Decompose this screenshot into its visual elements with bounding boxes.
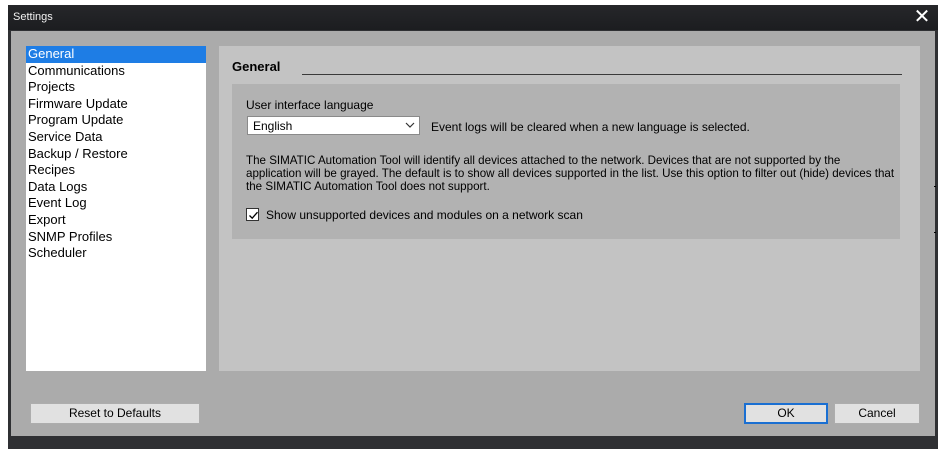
section-header: General (232, 59, 902, 79)
nav-item-scheduler[interactable]: Scheduler (26, 245, 206, 262)
nav-item-backup-restore[interactable]: Backup / Restore (26, 146, 206, 163)
checkmark-icon (249, 211, 258, 220)
dialog-body: General Communications Projects Firmware… (11, 31, 935, 436)
unsupported-devices-description: The SIMATIC Automation Tool will identif… (246, 154, 895, 193)
close-icon[interactable]: ✕ (912, 6, 932, 28)
nav-item-recipes[interactable]: Recipes (26, 162, 206, 179)
language-note: Event logs will be cleared when a new la… (431, 120, 750, 134)
settings-nav-list: General Communications Projects Firmware… (26, 46, 206, 371)
nav-item-program-update[interactable]: Program Update (26, 112, 206, 129)
chevron-down-icon (405, 117, 415, 140)
ok-button[interactable]: OK (744, 403, 828, 424)
title-bar[interactable]: Settings ✕ (8, 5, 938, 30)
nav-item-data-logs[interactable]: Data Logs (26, 179, 206, 196)
general-settings-panel: General User interface language English … (219, 46, 920, 371)
section-title: General (232, 59, 281, 74)
settings-dialog: Settings ✕ General Communications Projec… (8, 5, 938, 449)
reset-defaults-button[interactable]: Reset to Defaults (30, 403, 200, 424)
cancel-button[interactable]: Cancel (834, 403, 920, 424)
nav-item-projects[interactable]: Projects (26, 79, 206, 96)
language-group: User interface language English Event lo… (232, 84, 900, 239)
show-unsupported-label: Show unsupported devices and modules on … (266, 208, 583, 222)
window-title: Settings (13, 11, 53, 23)
edge-artifact (934, 186, 936, 187)
language-label: User interface language (246, 98, 374, 112)
nav-item-firmware-update[interactable]: Firmware Update (26, 96, 206, 113)
nav-item-event-log[interactable]: Event Log (26, 195, 206, 212)
edge-artifact (934, 232, 936, 233)
nav-item-service-data[interactable]: Service Data (26, 129, 206, 146)
nav-item-snmp-profiles[interactable]: SNMP Profiles (26, 229, 206, 246)
nav-item-export[interactable]: Export (26, 212, 206, 229)
nav-item-general[interactable]: General (26, 46, 206, 63)
language-value: English (253, 119, 293, 133)
nav-item-communications[interactable]: Communications (26, 63, 206, 80)
language-dropdown[interactable]: English (247, 116, 420, 135)
show-unsupported-checkbox[interactable] (246, 208, 259, 221)
section-divider (302, 74, 902, 75)
